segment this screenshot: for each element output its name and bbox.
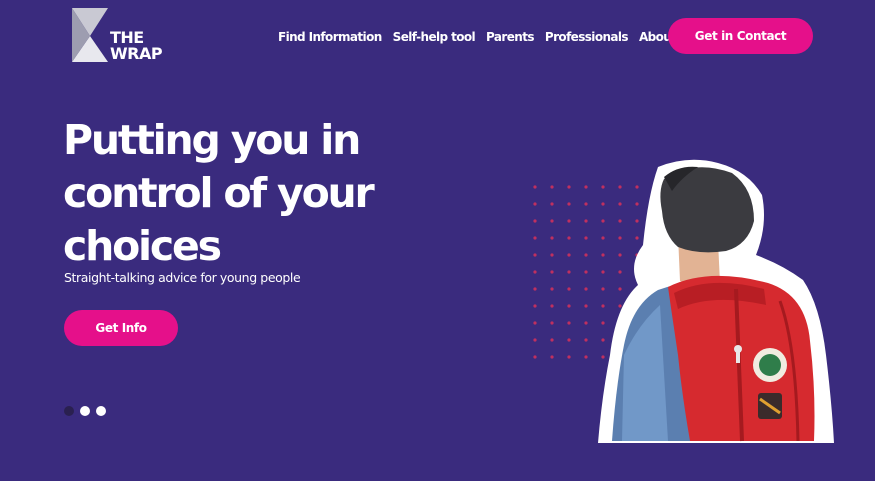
pattern-dot	[567, 321, 571, 325]
pattern-dot	[584, 219, 588, 223]
pattern-dot	[584, 355, 588, 359]
pattern-dot	[533, 321, 537, 325]
pattern-dot	[567, 287, 571, 291]
pattern-dot	[567, 338, 571, 342]
pattern-dot	[567, 304, 571, 308]
pattern-dot	[584, 236, 588, 240]
pattern-dot	[584, 202, 588, 206]
pattern-dot	[550, 219, 554, 223]
pattern-dot	[533, 355, 537, 359]
pattern-dot	[550, 270, 554, 274]
pattern-dot	[584, 321, 588, 325]
get-info-button[interactable]: Get Info	[64, 310, 178, 346]
pattern-dot	[567, 236, 571, 240]
pattern-dot	[584, 304, 588, 308]
pattern-dot	[550, 253, 554, 257]
carousel-dot-2[interactable]	[80, 406, 90, 416]
pattern-dot	[533, 219, 537, 223]
pattern-dot	[533, 185, 537, 189]
pattern-dot	[533, 287, 537, 291]
logo-text-wrap: WRAP	[110, 44, 163, 63]
pattern-dot	[550, 236, 554, 240]
pattern-dot	[550, 287, 554, 291]
nav-find-information[interactable]: Find Information	[278, 30, 382, 44]
nav-self-help-tool[interactable]: Self-help tool	[393, 30, 476, 44]
get-in-contact-button[interactable]: Get in Contact	[668, 18, 813, 54]
pattern-dot	[550, 202, 554, 206]
pattern-dot	[533, 270, 537, 274]
hero-image-student-backpack	[598, 159, 834, 444]
pattern-dot	[550, 355, 554, 359]
pattern-dot	[567, 219, 571, 223]
pattern-dot	[584, 253, 588, 257]
hero-title-line-2: control of your	[63, 169, 375, 217]
site-logo[interactable]: THE WRAP	[68, 6, 172, 64]
pattern-dot	[550, 321, 554, 325]
carousel-dot-1[interactable]	[64, 406, 74, 416]
carousel-dot-3[interactable]	[96, 406, 106, 416]
pattern-dot	[584, 270, 588, 274]
pattern-dot	[550, 185, 554, 189]
pattern-dot	[550, 304, 554, 308]
pattern-dot	[533, 236, 537, 240]
carousel-dots	[64, 406, 112, 416]
pattern-dot	[584, 287, 588, 291]
pattern-dot	[550, 338, 554, 342]
pattern-dot	[584, 185, 588, 189]
pattern-dot	[533, 338, 537, 342]
pattern-dot	[567, 253, 571, 257]
hero-title-line-1: Putting you in	[63, 116, 361, 164]
pattern-dot	[567, 202, 571, 206]
pattern-dot	[567, 270, 571, 274]
pattern-dot	[533, 304, 537, 308]
hero-title-line-3: choices	[63, 222, 222, 270]
pattern-dot	[533, 202, 537, 206]
hero-subtitle: Straight-talking advice for young people	[64, 270, 301, 285]
pattern-dot	[584, 338, 588, 342]
hourglass-logo-icon	[72, 8, 108, 62]
pattern-dot	[533, 253, 537, 257]
pattern-dot	[567, 185, 571, 189]
hero-title: Putting you in control of your choices	[63, 114, 423, 273]
pattern-dot	[567, 355, 571, 359]
nav-professionals[interactable]: Professionals	[545, 30, 629, 44]
nav-parents[interactable]: Parents	[486, 30, 534, 44]
